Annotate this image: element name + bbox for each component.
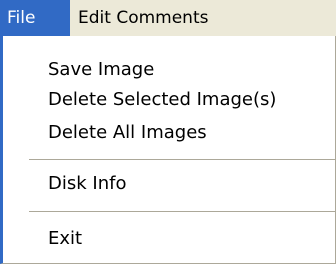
menu-separator xyxy=(29,159,335,160)
menu-item-delete-selected-images[interactable]: Delete Selected Image(s) xyxy=(48,86,276,114)
menu-item-save-image[interactable]: Save Image xyxy=(48,56,154,84)
menu-item-disk-info[interactable]: Disk Info xyxy=(48,170,126,198)
menu-separator xyxy=(29,211,335,212)
file-dropdown-menu: Save Image Delete Selected Image(s) Dele… xyxy=(0,36,336,264)
menu-edit-comments[interactable]: Edit Comments xyxy=(70,0,216,36)
menu-item-exit[interactable]: Exit xyxy=(48,225,82,253)
menu-item-delete-all-images[interactable]: Delete All Images xyxy=(48,119,207,147)
application-window: File Edit Comments Save Image Delete Sel… xyxy=(0,0,336,264)
menu-file[interactable]: File xyxy=(0,0,70,36)
menu-bar: File Edit Comments xyxy=(0,0,336,36)
